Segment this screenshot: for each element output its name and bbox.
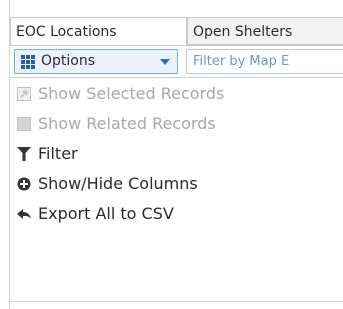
menu-item-filter[interactable]: Filter xyxy=(10,139,343,169)
options-label: Options xyxy=(41,53,96,69)
menu-item-show-selected-records[interactable]: Show Selected Records xyxy=(10,79,343,109)
menu-item-export-all-to-csv[interactable]: Export All to CSV xyxy=(10,199,343,229)
menu-item-label: Export All to CSV xyxy=(38,204,174,223)
tab-eoc-locations[interactable]: EOC Locations xyxy=(10,17,187,45)
menu-bottom-border xyxy=(9,301,343,302)
menu-item-label: Show Related Records xyxy=(38,114,216,133)
menu-item-show-hide-columns[interactable]: Show/Hide Columns xyxy=(10,169,343,199)
menu-item-label: Show Selected Records xyxy=(38,84,225,103)
filter-by-map-extent-button[interactable]: Filter by Map E xyxy=(186,49,343,74)
export-arrow-icon xyxy=(17,209,31,219)
grid-icon xyxy=(21,55,35,69)
funnel-icon xyxy=(17,147,31,161)
options-dropdown-button[interactable]: Options xyxy=(14,49,178,74)
chevron-down-icon xyxy=(160,59,170,65)
tab-bar: EOC Locations Open Shelters xyxy=(10,17,343,45)
options-menu: Show Selected Records Show Related Recor… xyxy=(10,79,343,301)
related-records-icon xyxy=(17,117,31,131)
menu-item-show-related-records[interactable]: Show Related Records xyxy=(10,109,343,139)
tab-open-shelters[interactable]: Open Shelters xyxy=(187,17,343,45)
pin-icon xyxy=(17,87,31,101)
menu-item-label: Show/Hide Columns xyxy=(38,174,198,193)
table-toolbar: Options Filter by Map E xyxy=(10,45,343,78)
plus-circle-icon xyxy=(17,177,31,191)
menu-item-label: Filter xyxy=(38,144,78,163)
